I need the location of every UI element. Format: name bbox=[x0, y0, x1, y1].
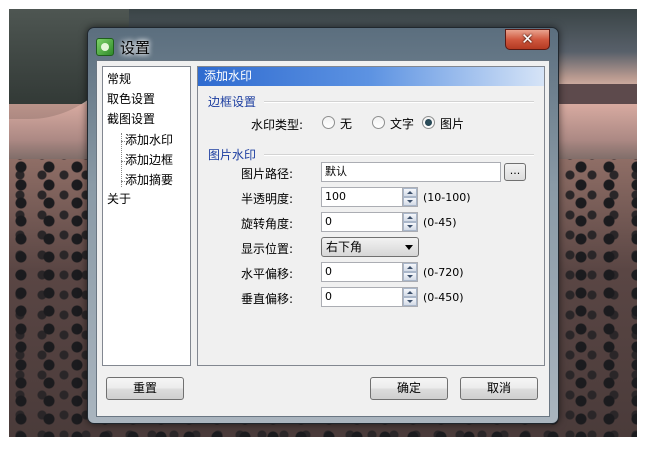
app-icon bbox=[96, 38, 114, 56]
horizontal-offset-input[interactable]: 0 bbox=[321, 262, 403, 282]
rotation-label: 旋转角度: bbox=[240, 217, 293, 231]
radio-none-label: 无 bbox=[340, 117, 353, 131]
radio-image-label: 图片 bbox=[440, 117, 465, 131]
radio-none[interactable] bbox=[322, 116, 335, 129]
settings-dialog: 设置 ✕ 常规 取色设置 截图设置 添加水印 添加边框 添加摘要 关于 添加水印… bbox=[87, 27, 559, 424]
rotation-stepper[interactable] bbox=[403, 212, 418, 232]
radio-text[interactable] bbox=[372, 116, 385, 129]
horizontal-offset-label: 水平偏移: bbox=[240, 267, 293, 281]
ok-button[interactable]: 确定 bbox=[370, 377, 448, 400]
position-dropdown[interactable]: 右下角 bbox=[321, 237, 419, 257]
position-value: 右下角 bbox=[326, 240, 363, 254]
nav-item-add-border[interactable]: 添加边框 bbox=[125, 151, 173, 169]
image-section-title: 图片水印 bbox=[208, 148, 257, 162]
rotation-input[interactable]: 0 bbox=[321, 212, 403, 232]
opacity-label: 半透明度: bbox=[240, 192, 293, 206]
radio-text-label: 文字 bbox=[390, 117, 415, 131]
arrow-up-icon[interactable] bbox=[403, 188, 417, 197]
arrow-up-icon[interactable] bbox=[403, 288, 417, 297]
image-path-label: 图片路径: bbox=[240, 167, 293, 181]
close-button[interactable]: ✕ bbox=[505, 29, 550, 50]
horizontal-offset-stepper[interactable] bbox=[403, 262, 418, 282]
watermark-type-label: 水印类型: bbox=[250, 118, 303, 132]
position-label: 显示位置: bbox=[240, 242, 293, 256]
dialog-client: 常规 取色设置 截图设置 添加水印 添加边框 添加摘要 关于 添加水印 边框设置… bbox=[96, 60, 550, 417]
vertical-offset-input[interactable]: 0 bbox=[321, 287, 403, 307]
nav-item-screenshot[interactable]: 截图设置 bbox=[107, 110, 155, 128]
arrow-down-icon[interactable] bbox=[403, 297, 417, 306]
chevron-down-icon bbox=[405, 245, 413, 250]
rotation-range: (0-45) bbox=[423, 216, 457, 229]
vertical-offset-label: 垂直偏移: bbox=[240, 292, 293, 306]
browse-button[interactable]: ... bbox=[504, 163, 526, 181]
nav-item-general[interactable]: 常规 bbox=[107, 70, 131, 88]
arrow-down-icon[interactable] bbox=[403, 272, 417, 281]
watermark-panel: 添加水印 边框设置 水印类型: 无 文字 图片 图片水印 图片路径: 默认 ..… bbox=[197, 66, 545, 366]
arrow-up-icon[interactable] bbox=[403, 263, 417, 272]
close-icon: ✕ bbox=[521, 30, 534, 48]
section-divider bbox=[264, 101, 534, 103]
settings-nav-tree: 常规 取色设置 截图设置 添加水印 添加边框 添加摘要 关于 bbox=[102, 66, 191, 366]
nav-item-add-summary[interactable]: 添加摘要 bbox=[125, 171, 173, 189]
title-bar[interactable]: 设置 ✕ bbox=[88, 28, 558, 60]
image-path-field[interactable]: 默认 bbox=[321, 162, 501, 182]
section-divider bbox=[264, 154, 534, 156]
arrow-down-icon[interactable] bbox=[403, 222, 417, 231]
arrow-up-icon[interactable] bbox=[403, 213, 417, 222]
arrow-down-icon[interactable] bbox=[403, 197, 417, 206]
nav-item-about[interactable]: 关于 bbox=[107, 190, 131, 208]
nav-item-add-watermark[interactable]: 添加水印 bbox=[125, 131, 173, 149]
border-section-title: 边框设置 bbox=[208, 95, 257, 109]
dialog-title: 设置 bbox=[120, 39, 151, 57]
horizontal-offset-range: (0-720) bbox=[423, 266, 464, 279]
opacity-range: (10-100) bbox=[423, 191, 471, 204]
reset-button[interactable]: 重置 bbox=[106, 377, 184, 400]
panel-header: 添加水印 bbox=[198, 67, 544, 86]
opacity-stepper[interactable] bbox=[403, 187, 418, 207]
cancel-button[interactable]: 取消 bbox=[460, 377, 538, 400]
vertical-offset-range: (0-450) bbox=[423, 291, 464, 304]
opacity-input[interactable]: 100 bbox=[321, 187, 403, 207]
vertical-offset-stepper[interactable] bbox=[403, 287, 418, 307]
radio-image[interactable] bbox=[422, 116, 435, 129]
nav-item-color-picker[interactable]: 取色设置 bbox=[107, 90, 155, 108]
